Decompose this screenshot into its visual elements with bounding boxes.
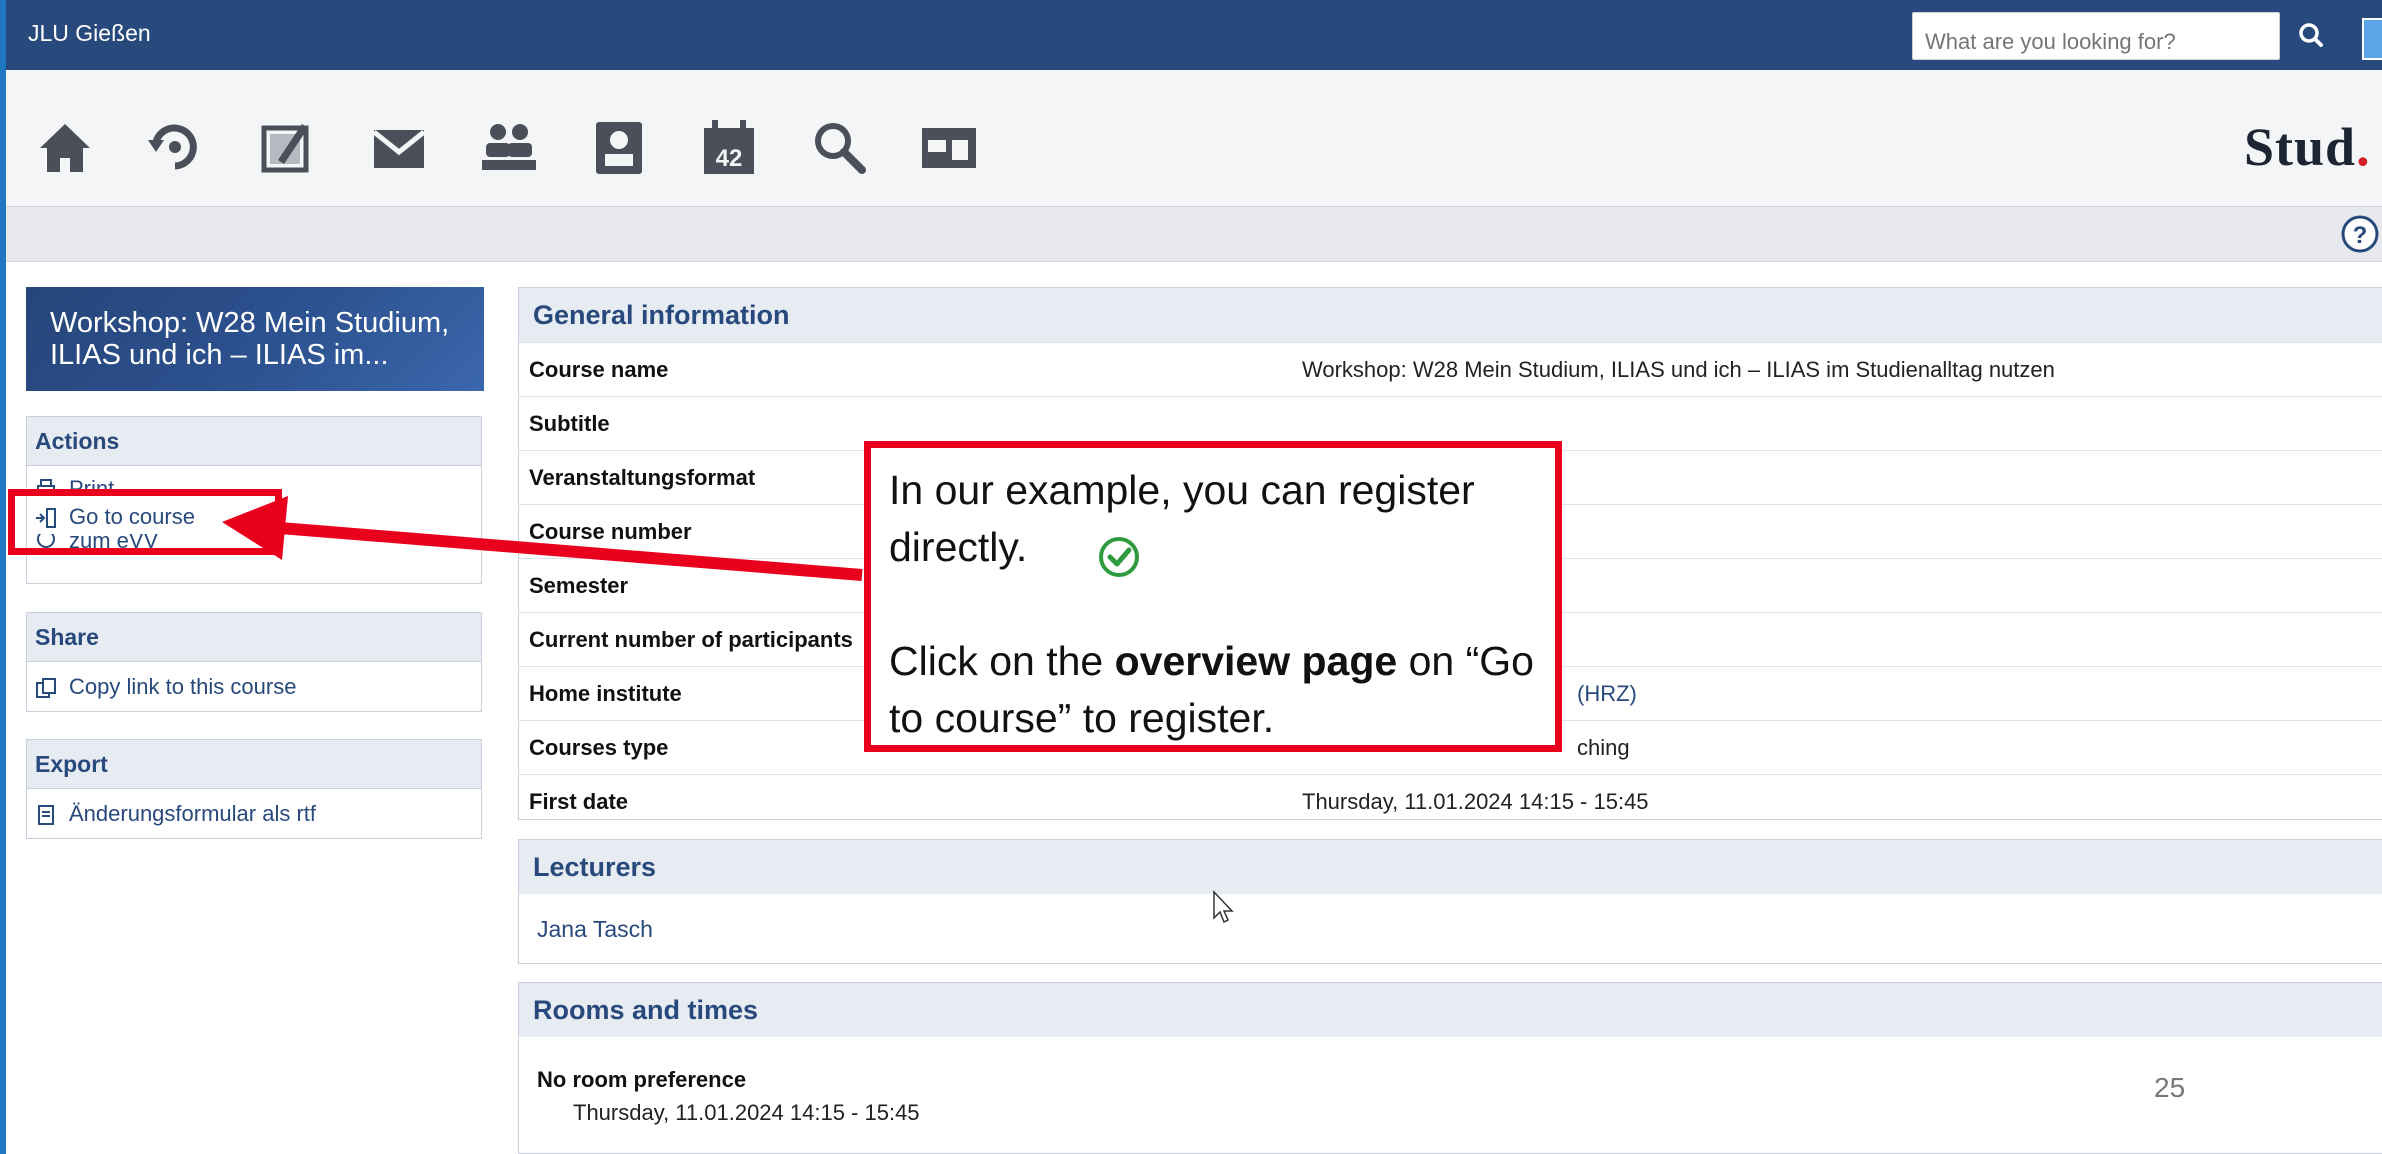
slide-number: 25	[2154, 1072, 2186, 1103]
row-value: Thursday, 11.01.2024 14:15 - 15:45	[1302, 789, 1649, 814]
row-value: ching	[1577, 735, 1630, 760]
lecturers-panel: Lecturers Jana Tasch	[518, 839, 2382, 964]
document-icon	[38, 805, 54, 825]
logo-text: Stud	[2244, 117, 2357, 177]
share-widget: Share Copy link to this course	[26, 612, 482, 712]
row-label: Home institute	[529, 681, 682, 706]
messages-icon[interactable]	[368, 116, 430, 178]
row-label: Courses type	[529, 735, 669, 760]
row-label: First date	[529, 789, 629, 814]
community-icon[interactable]	[478, 116, 540, 178]
help-icon[interactable]: ?	[2340, 214, 2380, 254]
activity-icon[interactable]	[144, 116, 206, 178]
highlight-box	[8, 489, 282, 555]
avatar[interactable]	[2362, 18, 2382, 60]
copy-link-action[interactable]: Copy link to this course	[27, 670, 481, 704]
svg-text:42: 42	[716, 145, 743, 172]
callout-line-2: Click on the overview page on “Go to cou…	[889, 633, 1537, 747]
callout-line-1: In our example, you can register directl…	[889, 467, 1475, 570]
row-label: Course number	[529, 519, 692, 544]
row-value: Workshop: W28 Mein Studium, ILIAS und ic…	[1302, 357, 2055, 382]
lecturer-link[interactable]: Jana Tasch	[537, 916, 653, 943]
lecturers-heading: Lecturers	[519, 840, 2382, 894]
copy-link-label: Copy link to this course	[69, 674, 297, 699]
copy-icon	[36, 678, 56, 698]
rooms-times-heading: Rooms and times	[519, 983, 2382, 1037]
main-navigation: 42	[6, 70, 2382, 207]
svg-text:?: ?	[2353, 222, 2368, 249]
course-title-line-2: ILIAS und ich – ILIAS im...	[50, 339, 389, 371]
table-row: Course name Workshop: W28 Mein Studium, …	[519, 342, 2382, 396]
general-information-heading: General information	[519, 288, 2382, 342]
tools-icon[interactable]	[918, 116, 980, 178]
search-input[interactable]	[1912, 12, 2280, 60]
check-circle-icon	[1099, 537, 1139, 577]
search-button[interactable]	[2290, 14, 2334, 58]
row-label: Semester	[529, 573, 629, 598]
mouse-cursor-icon	[1213, 890, 1234, 924]
search-icon[interactable]	[808, 116, 870, 178]
studip-logo[interactable]: Stud.	[2244, 116, 2371, 178]
rooms-times-panel: Rooms and times No room preference Thurs…	[518, 982, 2382, 1154]
export-heading: Export	[27, 740, 481, 789]
courses-icon[interactable]	[256, 116, 318, 178]
room-preference: No room preference	[537, 1067, 747, 1092]
instruction-callout: In our example, you can register directl…	[864, 441, 1562, 752]
home-institute-link[interactable]: (HRZ)	[1577, 681, 1637, 707]
profile-icon[interactable]	[588, 116, 650, 178]
magnifier-icon	[2299, 23, 2323, 47]
course-title-line-1: Workshop: W28 Mein Studium,	[50, 307, 450, 339]
row-label: Current number of participants	[529, 627, 853, 652]
row-label: Subtitle	[529, 411, 610, 436]
table-row: First date Thursday, 11.01.2024 14:15 - …	[519, 774, 2382, 828]
sub-navigation-bar	[6, 207, 2382, 262]
callout-line-2-pre: Click on the	[889, 638, 1115, 684]
export-rtf-label: Änderungsformular als rtf	[69, 801, 316, 826]
actions-heading: Actions	[27, 417, 481, 466]
row-label: Course name	[529, 357, 669, 382]
export-widget: Export Änderungsformular als rtf	[26, 739, 482, 839]
logo-dot: .	[2356, 117, 2371, 177]
home-icon[interactable]	[34, 116, 96, 178]
planner-icon[interactable]: 42	[698, 116, 760, 178]
row-label: Veranstaltungsformat	[529, 465, 756, 490]
callout-emphasis: overview page	[1114, 638, 1398, 684]
share-heading: Share	[27, 613, 481, 662]
export-rtf-action[interactable]: Änderungsformular als rtf	[27, 797, 481, 831]
course-title-tile: Workshop: W28 Mein Studium, ILIAS und ic…	[26, 287, 484, 391]
room-time: Thursday, 11.01.2024 14:15 - 15:45	[573, 1100, 920, 1125]
brand-label[interactable]: JLU Gießen	[28, 20, 151, 47]
